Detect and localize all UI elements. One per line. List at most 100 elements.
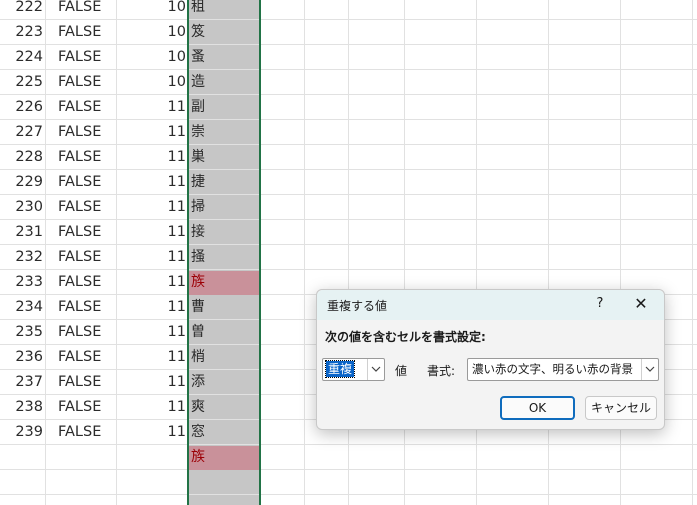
cell-b[interactable]: FALSE bbox=[58, 95, 101, 120]
cell-c[interactable]: 11 bbox=[116, 370, 186, 395]
row-number[interactable]: 230 bbox=[0, 195, 43, 220]
format-value: 濃い赤の文字、明るい赤の背景 bbox=[472, 362, 633, 376]
cell-c[interactable]: 11 bbox=[116, 345, 186, 370]
cell-d[interactable]: 掻 bbox=[191, 245, 205, 270]
cell-d[interactable]: 造 bbox=[191, 70, 205, 95]
cell-d[interactable]: 笈 bbox=[191, 20, 205, 45]
chevron-down-icon[interactable] bbox=[641, 359, 658, 380]
cell-b[interactable]: FALSE bbox=[58, 145, 101, 170]
cell-c[interactable] bbox=[116, 445, 186, 470]
row-gridline bbox=[0, 19, 697, 20]
cell-c[interactable]: 11 bbox=[116, 95, 186, 120]
cell-b[interactable]: FALSE bbox=[58, 120, 101, 145]
instruction-label: 次の値を含むセルを書式設定: bbox=[325, 330, 486, 344]
row-number[interactable]: 235 bbox=[0, 320, 43, 345]
row-gridline bbox=[0, 444, 697, 445]
row-number[interactable]: 222 bbox=[0, 0, 43, 20]
cell-d[interactable]: 掃 bbox=[191, 195, 205, 220]
cell-b[interactable]: FALSE bbox=[58, 345, 101, 370]
row-gridline bbox=[0, 194, 697, 195]
row-gridline bbox=[0, 469, 697, 470]
help-button[interactable]: ? bbox=[591, 295, 609, 313]
cell-c[interactable]: 11 bbox=[116, 270, 186, 295]
cell-c[interactable]: 11 bbox=[116, 395, 186, 420]
cell-d[interactable]: 窓 bbox=[191, 420, 205, 445]
row-number[interactable]: 225 bbox=[0, 70, 43, 95]
row-number[interactable]: 237 bbox=[0, 370, 43, 395]
cell-b[interactable]: FALSE bbox=[58, 170, 101, 195]
cell-b[interactable]: FALSE bbox=[58, 245, 101, 270]
row-gridline bbox=[0, 494, 697, 495]
cell-b[interactable]: FALSE bbox=[58, 270, 101, 295]
cell-c[interactable]: 11 bbox=[116, 295, 186, 320]
cell-c[interactable]: 10 bbox=[116, 45, 186, 70]
cell-b[interactable]: FALSE bbox=[58, 320, 101, 345]
cell-d[interactable]: 爽 bbox=[191, 395, 205, 420]
cell-b[interactable]: FALSE bbox=[58, 20, 101, 45]
row-number[interactable]: 232 bbox=[0, 245, 43, 270]
cell-c[interactable]: 11 bbox=[116, 420, 186, 445]
cell-d[interactable]: 租 bbox=[191, 0, 205, 20]
cell-d[interactable]: 巣 bbox=[191, 145, 205, 170]
cell-b[interactable]: FALSE bbox=[58, 70, 101, 95]
column-gridline bbox=[304, 0, 305, 505]
cell-d[interactable]: 副 bbox=[191, 95, 205, 120]
row-number[interactable]: 223 bbox=[0, 20, 43, 45]
column-gridline bbox=[45, 0, 46, 505]
cell-d[interactable]: 接 bbox=[191, 220, 205, 245]
row-number[interactable]: 234 bbox=[0, 295, 43, 320]
row-number[interactable]: 239 bbox=[0, 420, 43, 445]
cell-d[interactable]: 添 bbox=[191, 370, 205, 395]
row-number[interactable]: 224 bbox=[0, 45, 43, 70]
cell-d[interactable]: 曽 bbox=[191, 320, 205, 345]
cell-b[interactable]: FALSE bbox=[58, 420, 101, 445]
row-number[interactable]: 226 bbox=[0, 95, 43, 120]
close-button[interactable]: ✕ bbox=[631, 294, 651, 314]
cell-b[interactable]: FALSE bbox=[58, 195, 101, 220]
cell-c[interactable]: 11 bbox=[116, 195, 186, 220]
cell-c[interactable]: 11 bbox=[116, 145, 186, 170]
cell-d[interactable]: 崇 bbox=[191, 120, 205, 145]
cancel-button[interactable]: キャンセル bbox=[585, 396, 657, 420]
row-number[interactable]: 238 bbox=[0, 395, 43, 420]
cell-d[interactable]: 梢 bbox=[191, 345, 205, 370]
row-gridline bbox=[0, 44, 697, 45]
cell-d[interactable]: 蚤 bbox=[191, 45, 205, 70]
cell-d[interactable]: 族 bbox=[191, 270, 205, 295]
cell-b[interactable]: FALSE bbox=[58, 395, 101, 420]
duplicate-type-select[interactable]: 重複 bbox=[322, 358, 385, 381]
format-select[interactable]: 濃い赤の文字、明るい赤の背景 bbox=[467, 358, 659, 381]
row-number[interactable]: 229 bbox=[0, 170, 43, 195]
row-number[interactable]: 227 bbox=[0, 120, 43, 145]
row-number[interactable]: 231 bbox=[0, 220, 43, 245]
cell-c[interactable]: 10 bbox=[116, 70, 186, 95]
row-gridline bbox=[0, 219, 697, 220]
chevron-down-icon[interactable] bbox=[367, 359, 384, 380]
cell-c[interactable]: 10 bbox=[116, 20, 186, 45]
row-number[interactable]: 236 bbox=[0, 345, 43, 370]
dialog-title: 重複する値 bbox=[327, 299, 388, 313]
ok-button[interactable]: OK bbox=[500, 396, 575, 420]
row-number[interactable]: 228 bbox=[0, 145, 43, 170]
cell-c[interactable]: 11 bbox=[116, 170, 186, 195]
row-number[interactable] bbox=[0, 445, 43, 470]
cell-b[interactable]: FALSE bbox=[58, 295, 101, 320]
cell-c[interactable]: 11 bbox=[116, 120, 186, 145]
row-gridline bbox=[0, 144, 697, 145]
cell-d[interactable]: 曹 bbox=[191, 295, 205, 320]
cell-b[interactable]: FALSE bbox=[58, 220, 101, 245]
cell-d[interactable]: 族 bbox=[191, 445, 205, 470]
format-label: 書式: bbox=[427, 364, 456, 378]
cell-d[interactable]: 捷 bbox=[191, 170, 205, 195]
selection-border-right bbox=[259, 0, 261, 505]
cell-c[interactable]: 11 bbox=[116, 220, 186, 245]
cell-b[interactable]: FALSE bbox=[58, 0, 101, 20]
cell-c[interactable]: 10 bbox=[116, 0, 186, 20]
cell-c[interactable]: 11 bbox=[116, 320, 186, 345]
cell-b[interactable]: FALSE bbox=[58, 45, 101, 70]
row-gridline bbox=[0, 269, 697, 270]
dialog-titlebar: 重複する値 ? ✕ bbox=[317, 290, 664, 320]
cell-c[interactable]: 11 bbox=[116, 245, 186, 270]
row-number[interactable]: 233 bbox=[0, 270, 43, 295]
cell-b[interactable]: FALSE bbox=[58, 370, 101, 395]
